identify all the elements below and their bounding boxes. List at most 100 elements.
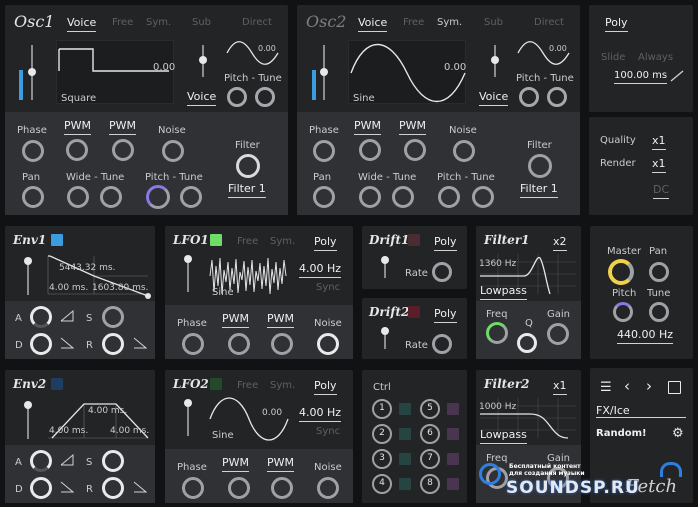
env2-decay-curve-icon[interactable] (60, 481, 74, 493)
save-icon[interactable] (668, 381, 681, 394)
gear-icon[interactable]: ⚙ (672, 427, 684, 440)
osc2-level-thumb[interactable] (320, 68, 328, 76)
master-volume-knob[interactable] (608, 259, 634, 285)
env1-attack-curve-icon[interactable] (60, 310, 74, 322)
osc2-sub-voice[interactable]: Voice (479, 90, 509, 106)
lfo2-phase-knob[interactable] (182, 477, 204, 499)
ctrl-swatch-6[interactable] (447, 428, 459, 440)
osc1-pwm1-knob[interactable] (66, 139, 88, 161)
osc2-mode-sym[interactable]: Sym. (437, 17, 462, 28)
osc1-sub-thumb[interactable] (199, 56, 207, 64)
list-menu-icon[interactable]: ☰ (600, 381, 612, 394)
osc1-noise-knob[interactable] (162, 140, 184, 162)
master-pan-knob[interactable] (649, 262, 669, 282)
ctrl-knob-5[interactable]: 5 (420, 399, 440, 419)
lfo2-sym-label[interactable]: Sym. (270, 380, 295, 391)
env2-release-curve-icon[interactable] (133, 481, 147, 493)
env2-release-knob[interactable] (102, 477, 124, 499)
lfo1-level-track[interactable] (187, 258, 189, 292)
filter2-mult-select[interactable]: x1 (553, 379, 567, 395)
lfo1-free-label[interactable]: Free (237, 236, 258, 247)
osc2-filter-select[interactable]: Filter 1 (520, 182, 558, 198)
drift2-color-swatch[interactable] (408, 306, 420, 318)
ctrl-swatch-4[interactable] (399, 478, 411, 490)
voice-poly-select[interactable]: Poly (605, 16, 628, 32)
env1-level-track[interactable] (27, 261, 29, 295)
filter1-type-select[interactable]: Lowpass (480, 284, 527, 300)
voice-render-select[interactable]: x1 (652, 157, 666, 173)
ctrl-knob-1[interactable]: 1 (372, 399, 392, 419)
lfo2-poly-select[interactable]: Poly (314, 379, 337, 395)
osc1-pwm2-label[interactable]: PWM (109, 119, 137, 135)
osc2-noise-knob[interactable] (453, 140, 475, 162)
osc2-pwm2-label[interactable]: PWM (399, 119, 427, 135)
osc1-pitch-tune-knob[interactable] (180, 186, 202, 208)
osc2-mode-free[interactable]: Free (403, 17, 424, 28)
filter1-mult-select[interactable]: x2 (553, 235, 567, 251)
ctrl-swatch-5[interactable] (447, 403, 459, 415)
voice-dc-label[interactable]: DC (653, 183, 670, 199)
lfo2-color-swatch[interactable] (210, 378, 222, 390)
lfo1-sym-label[interactable]: Sym. (270, 236, 295, 247)
env2-level-thumb[interactable] (24, 401, 32, 409)
env2-sustain-knob[interactable] (102, 450, 124, 472)
lfo1-poly-select[interactable]: Poly (314, 235, 337, 251)
osc2-pitch-knob[interactable] (438, 186, 460, 208)
lfo1-color-swatch[interactable] (210, 234, 222, 246)
random-button[interactable]: Random! (596, 428, 647, 439)
lfo2-level-track[interactable] (187, 402, 189, 436)
ctrl-knob-7[interactable]: 7 (420, 449, 440, 469)
env1-color-swatch[interactable] (51, 234, 63, 246)
osc1-phase-knob[interactable] (22, 140, 44, 162)
env1-release-curve-icon[interactable] (133, 337, 147, 349)
osc1-filter-select[interactable]: Filter 1 (228, 182, 266, 198)
osc1-pwm2-knob[interactable] (112, 139, 134, 161)
env1-sustain-knob[interactable] (102, 306, 124, 328)
osc1-sub-label[interactable]: Sub (192, 17, 211, 28)
osc1-mode-free[interactable]: Free (112, 17, 133, 28)
osc2-filter-knob[interactable] (528, 154, 552, 178)
env2-decay-knob[interactable] (30, 477, 52, 499)
lfo1-pwm1-knob[interactable] (228, 333, 250, 355)
lfo1-pwm2-label[interactable]: PWM (267, 312, 295, 328)
slide-curve-icon[interactable] (670, 70, 684, 82)
env1-decay-knob[interactable] (30, 333, 52, 355)
env2-color-swatch[interactable] (51, 378, 63, 390)
lfo1-phase-knob[interactable] (182, 333, 204, 355)
lfo1-noise-knob[interactable] (317, 333, 339, 355)
lfo2-noise-knob[interactable] (317, 477, 339, 499)
osc1-wide-knob[interactable] (67, 186, 89, 208)
lfo2-rate-value[interactable]: 4.00 Hz (299, 406, 342, 422)
drift1-level-thumb[interactable] (381, 256, 389, 264)
ctrl-swatch-2[interactable] (399, 428, 411, 440)
filter1-freq-knob[interactable] (486, 322, 508, 344)
lfo2-pwm1-knob[interactable] (228, 477, 250, 499)
chevron-right-icon[interactable]: › (646, 379, 652, 394)
osc1-level-thumb[interactable] (28, 68, 36, 76)
preset-name[interactable]: FX/Ice (596, 404, 630, 417)
ctrl-swatch-7[interactable] (447, 453, 459, 465)
lfo2-sync-label[interactable]: Sync (316, 426, 340, 437)
osc2-phase-knob[interactable] (313, 140, 335, 162)
filter1-gain-knob[interactable] (547, 323, 569, 345)
master-frequency[interactable]: 440.00 Hz (617, 328, 674, 344)
filter1-q-knob[interactable] (517, 333, 537, 353)
osc2-pwm1-label[interactable]: PWM (354, 119, 382, 135)
ctrl-knob-8[interactable]: 8 (420, 474, 440, 494)
ctrl-knob-6[interactable]: 6 (420, 424, 440, 444)
drift1-color-swatch[interactable] (408, 234, 420, 246)
voice-always-label[interactable]: Always (638, 52, 673, 63)
osc2-direct-label[interactable]: Direct (534, 17, 564, 28)
osc1-mode-sym[interactable]: Sym. (146, 17, 171, 28)
lfo1-pwm1-label[interactable]: PWM (222, 312, 250, 328)
env1-level-thumb[interactable] (24, 257, 32, 265)
ctrl-knob-2[interactable]: 2 (372, 424, 392, 444)
voice-slide-label[interactable]: Slide (601, 52, 625, 63)
master-pitch-knob[interactable] (613, 302, 633, 322)
ctrl-swatch-3[interactable] (399, 453, 411, 465)
env2-level-track[interactable] (27, 405, 29, 439)
env1-attack-knob[interactable] (30, 306, 52, 328)
lfo2-pwm1-label[interactable]: PWM (222, 456, 250, 472)
osc1-tune-knob[interactable] (100, 186, 122, 208)
ctrl-knob-4[interactable]: 4 (372, 474, 392, 494)
